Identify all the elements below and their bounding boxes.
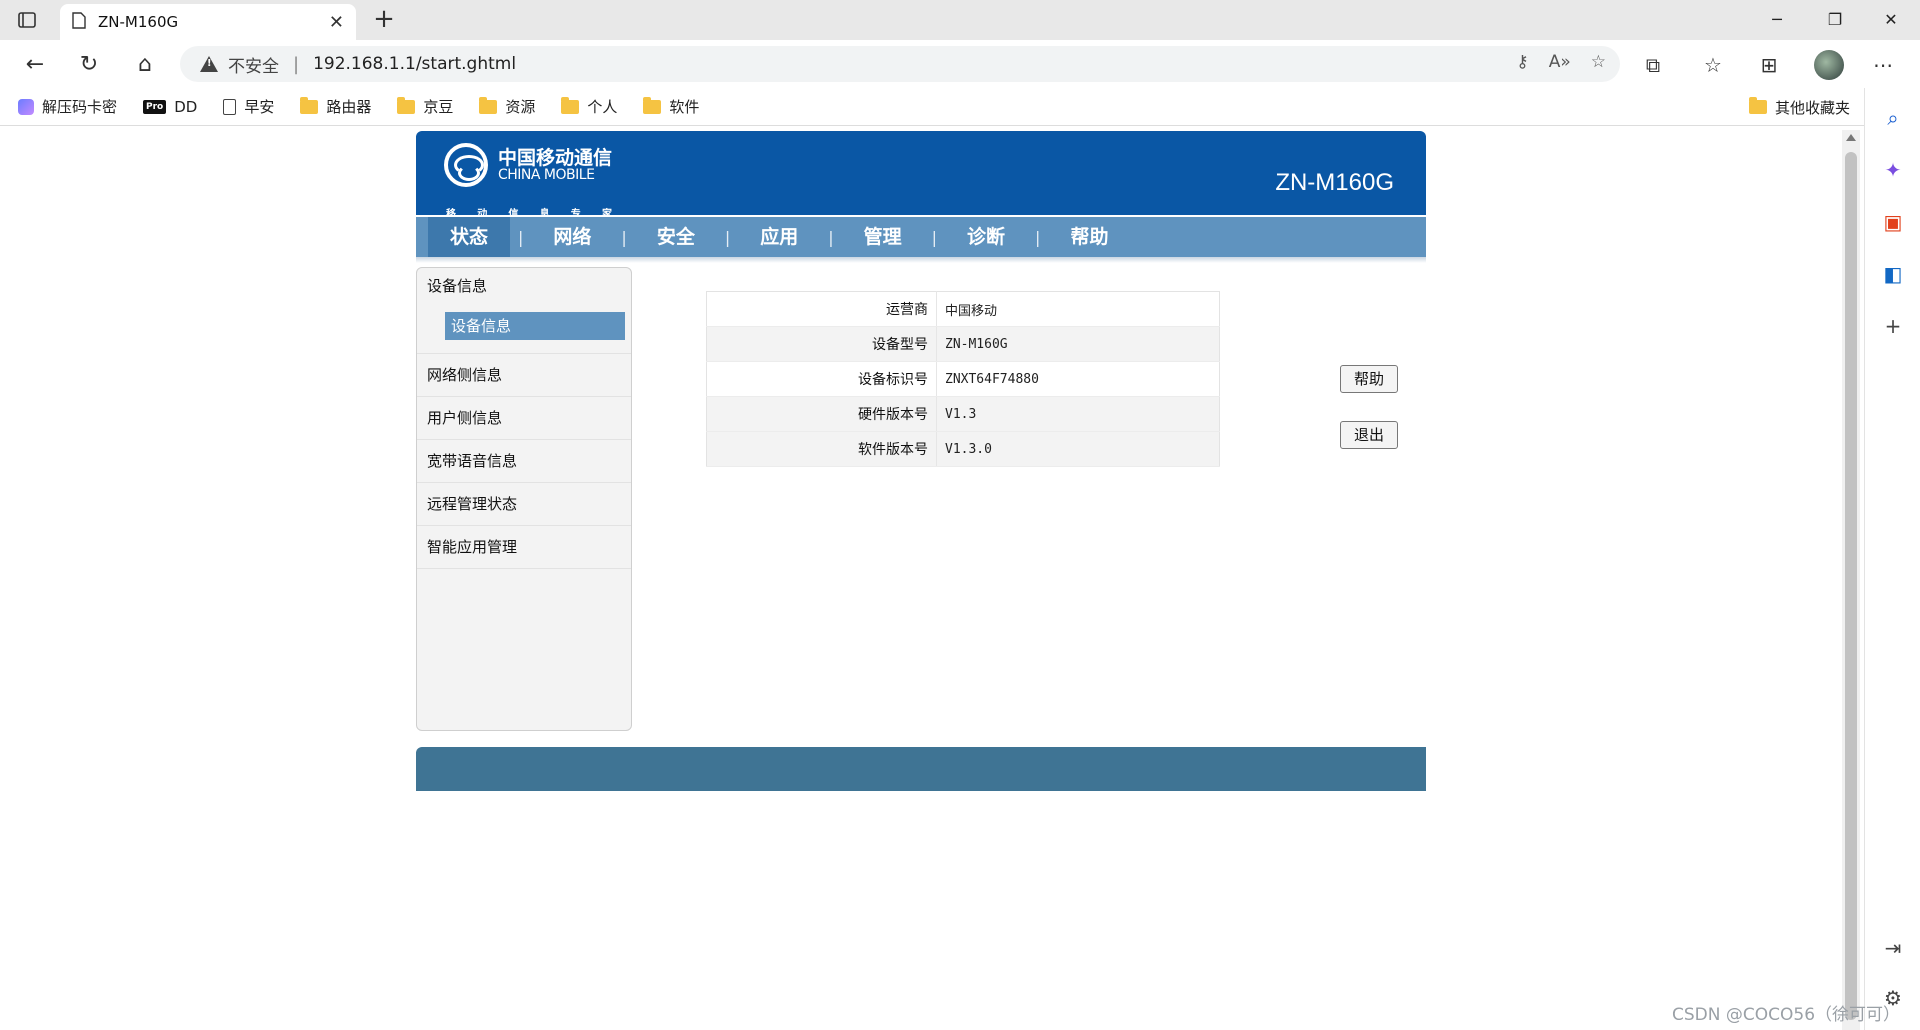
nav-device-info[interactable]: 设备信息: [417, 268, 631, 354]
page-icon: [72, 11, 86, 33]
key-icon[interactable]: ⚷: [1516, 52, 1528, 72]
read-aloud-icon[interactable]: A»: [1549, 52, 1571, 72]
table-row: 运营商 中国移动: [706, 291, 1220, 327]
collections-icon[interactable]: ⊞: [1752, 48, 1786, 82]
bookmark-folder[interactable]: 软件: [643, 96, 699, 117]
device-model-title: ZN-M160G: [1275, 169, 1394, 196]
bookmark-folder[interactable]: 个人: [561, 96, 617, 117]
refresh-icon[interactable]: ↻: [72, 48, 106, 82]
page-scrollbar[interactable]: [1842, 130, 1860, 1030]
scroll-up-icon[interactable]: [1846, 134, 1856, 141]
minimize-icon[interactable]: ─: [1748, 0, 1806, 40]
browser-sidebar: ⌕ ✦ ▣ ◧ + ⇥ ⚙: [1864, 88, 1920, 1030]
menu-security[interactable]: 安全: [635, 217, 717, 257]
menu-status[interactable]: 状态: [428, 217, 511, 257]
office-icon[interactable]: ▣: [1881, 210, 1905, 234]
back-icon[interactable]: ←: [18, 48, 52, 82]
browser-toolbar: ← ↻ ⌂ 不安全 | 192.168.1.1/start.ghtml ⚷ A»…: [0, 40, 1920, 88]
china-mobile-logo: 中国移动通信 CHINA MOBILE 移动信息专家: [444, 143, 613, 220]
bookmark-item[interactable]: 早安: [223, 96, 274, 117]
sparkle-icon[interactable]: ✦: [1881, 158, 1905, 182]
menu-network[interactable]: 网络: [531, 217, 613, 257]
home-icon[interactable]: ⌂: [128, 48, 162, 82]
extension-logo-icon: [18, 98, 34, 115]
folder-icon: [397, 96, 416, 114]
folder-icon: [561, 96, 580, 114]
profile-avatar[interactable]: [1814, 50, 1844, 80]
bookmark-folder[interactable]: 路由器: [300, 96, 371, 117]
logo-emblem-icon: [444, 143, 488, 187]
tab-actions-icon[interactable]: [14, 8, 40, 32]
address-separator: |: [293, 53, 300, 75]
nav-voice-info[interactable]: 宽带语音信息: [417, 440, 631, 483]
active-tab[interactable]: ZN-M160G ✕: [60, 4, 356, 40]
nav-remote-mgmt-status[interactable]: 远程管理状态: [417, 483, 631, 526]
tab-strip: ZN-M160G ✕ + ─ ❐ ✕: [0, 0, 1920, 40]
extensions-icon[interactable]: ⧉: [1636, 48, 1670, 82]
table-row: 软件版本号 V1.3.0: [706, 431, 1220, 467]
folder-icon: [643, 96, 662, 114]
bookmark-item[interactable]: 解压码卡密: [18, 96, 117, 117]
folder-icon: [300, 96, 319, 114]
menu-diagnosis[interactable]: 诊断: [945, 217, 1027, 257]
nav-smart-app-mgmt[interactable]: 智能应用管理: [417, 526, 631, 569]
logo-chinese: 中国移动通信: [498, 147, 613, 169]
nav-network-side-info[interactable]: 网络侧信息: [417, 354, 631, 397]
page-icon: [223, 98, 237, 115]
bookmarks-bar: 解压码卡密 Pro DD 早安 路由器 京豆 资源 个人 软件 其他收藏夹: [0, 88, 1920, 126]
pro-logo-icon: Pro: [143, 99, 167, 114]
table-row: 设备型号 ZN-M160G: [706, 326, 1220, 362]
outlook-icon[interactable]: ◧: [1881, 262, 1905, 286]
table-row: 设备标识号 ZNXT64F74880: [706, 361, 1220, 397]
close-window-icon[interactable]: ✕: [1862, 0, 1920, 40]
logout-button[interactable]: 退出: [1340, 421, 1398, 449]
left-nav: 设备信息 设备信息 网络侧信息 用户侧信息 宽带语音信息 远程管理状态 智能应用…: [416, 267, 632, 731]
page-footer: [416, 747, 1426, 791]
device-info-table: 运营商 中国移动 设备型号 ZN-M160G 设备标识号 ZNXT64F74880 硬…: [706, 291, 1220, 467]
search-icon[interactable]: ⌕: [1881, 106, 1905, 130]
folder-icon: [479, 96, 498, 114]
nav-user-side-info[interactable]: 用户侧信息: [417, 397, 631, 440]
restore-icon[interactable]: ❐: [1806, 0, 1864, 40]
bookmark-item[interactable]: Pro DD: [143, 98, 197, 116]
table-row: 硬件版本号 V1.3: [706, 396, 1220, 432]
help-button[interactable]: 帮助: [1340, 365, 1398, 393]
add-icon[interactable]: +: [1881, 314, 1905, 338]
close-tab-icon[interactable]: ✕: [329, 12, 344, 33]
main-menu: 状态 | 网络 | 安全 | 应用 | 管理 | 诊断 | 帮助: [416, 217, 1426, 263]
menu-management[interactable]: 管理: [842, 217, 924, 257]
tab-title: ZN-M160G: [98, 13, 179, 31]
url-text[interactable]: 192.168.1.1/start.ghtml: [313, 54, 516, 74]
nav-sub-device-info[interactable]: 设备信息: [445, 312, 625, 340]
more-options-icon[interactable]: ⋯: [1866, 48, 1900, 82]
menu-application[interactable]: 应用: [738, 217, 820, 257]
other-favorites[interactable]: 其他收藏夹: [1748, 88, 1850, 126]
bookmark-folder[interactable]: 资源: [479, 96, 535, 117]
security-label[interactable]: 不安全: [228, 52, 279, 77]
bookmark-folder[interactable]: 京豆: [397, 96, 453, 117]
add-favorite-icon[interactable]: ☆: [1591, 52, 1606, 72]
address-bar[interactable]: 不安全 | 192.168.1.1/start.ghtml ⚷ A» ☆: [180, 46, 1620, 82]
logo-english: CHINA MOBILE: [498, 167, 595, 183]
folder-icon: [1748, 97, 1767, 114]
warning-icon: [200, 56, 218, 72]
menu-help[interactable]: 帮助: [1048, 217, 1130, 257]
header-banner: 中国移动通信 CHINA MOBILE 移动信息专家 ZN-M160G: [416, 131, 1426, 220]
hide-sidebar-icon[interactable]: ⇥: [1881, 936, 1905, 960]
watermark: CSDN @COCO56（徐可可）: [1672, 1005, 1901, 1025]
scrollbar-thumb[interactable]: [1845, 152, 1857, 1020]
new-tab-button[interactable]: +: [368, 4, 400, 36]
favorites-icon[interactable]: ☆: [1696, 48, 1730, 82]
